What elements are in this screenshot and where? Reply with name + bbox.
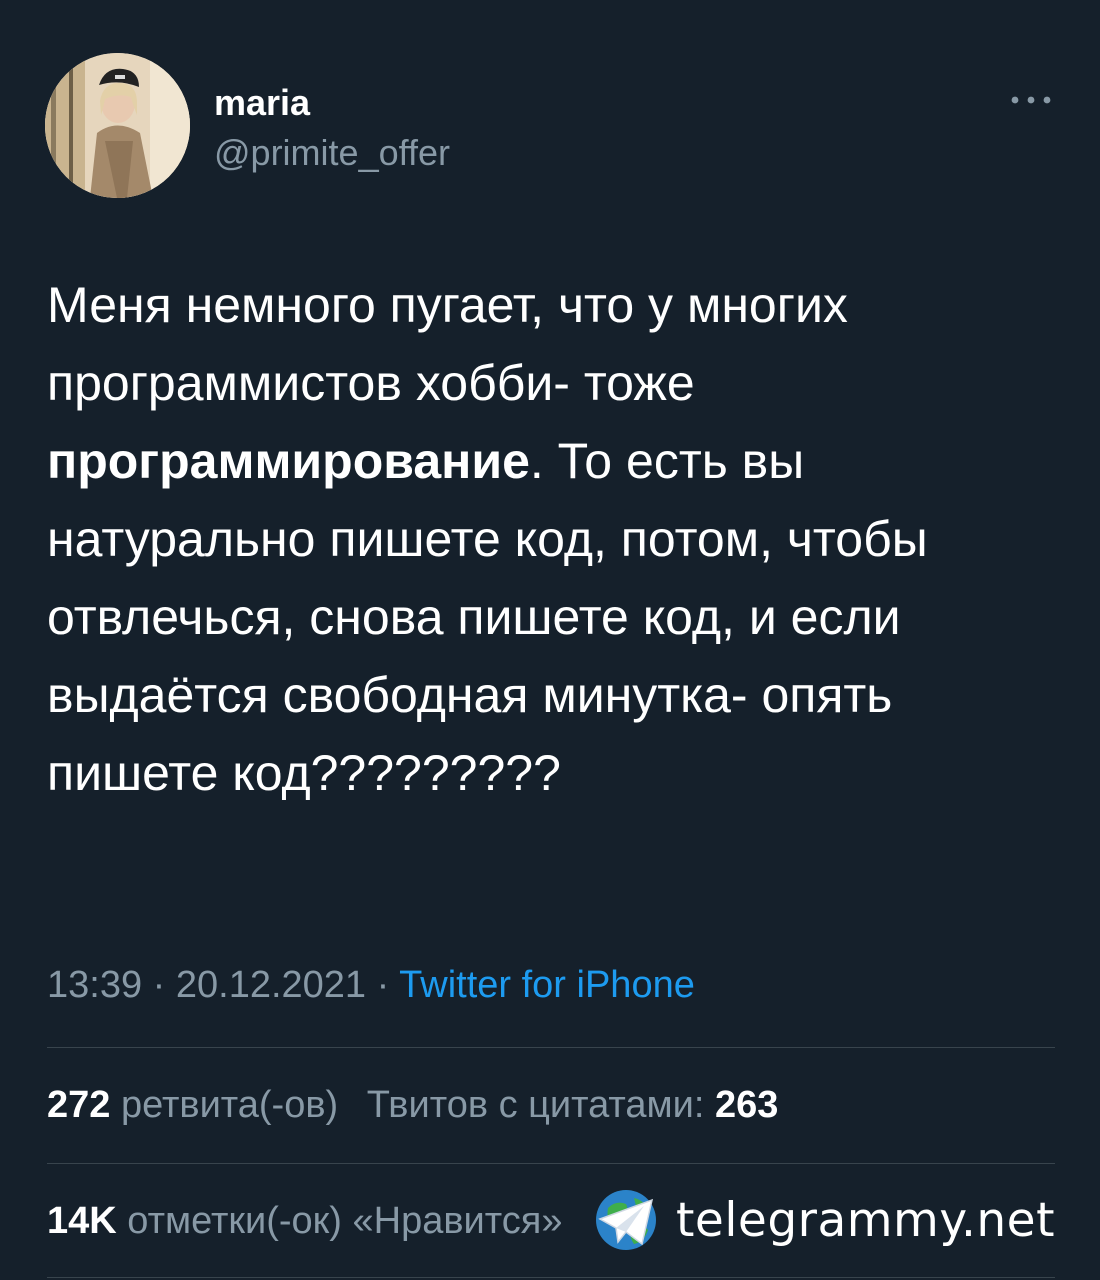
tweet-text-bold: программирование (47, 433, 530, 489)
divider (47, 1163, 1055, 1164)
likes-count: 14K (47, 1200, 117, 1242)
watermark: telegrammy.net (592, 1184, 1055, 1256)
likes-label: отметки(-ок) «Нравится» (127, 1200, 563, 1242)
telegram-globe-icon (596, 1190, 656, 1250)
avatar[interactable] (45, 53, 190, 198)
tweet-text-part1: Меня немного пугает, что у многих програ… (47, 277, 848, 411)
retweets-count: 272 (47, 1084, 111, 1126)
tweet-detail: maria @primite_offer Меня немного пугает… (0, 0, 1100, 1280)
more-horizontal-icon (1011, 96, 1051, 104)
more-options-button[interactable] (1008, 88, 1054, 112)
avatar-photo (45, 53, 190, 198)
divider (47, 1277, 1055, 1278)
likes-link[interactable]: 14K отметки(-ок) «Нравится» (47, 1200, 562, 1242)
tweet-meta: 13:39 · 20.12.2021 · Twitter for iPhone (47, 964, 695, 1007)
quotes-count: 263 (715, 1084, 779, 1126)
tweet-text: Меня немного пугает, что у многих програ… (47, 266, 1057, 812)
display-name[interactable]: maria (214, 82, 310, 124)
quotes-label: Твитов с цитатами: (366, 1084, 705, 1126)
tweet-time[interactable]: 13:39 (47, 964, 142, 1006)
watermark-text: telegrammy.net (676, 1192, 1056, 1248)
user-handle[interactable]: @primite_offer (214, 132, 450, 174)
meta-separator: · (152, 964, 166, 1006)
quotes-link[interactable]: Твитов с цитатами: 263 (367, 1084, 779, 1126)
likes-stats-row: 14K отметки(-ок) «Нравится» (47, 1200, 562, 1243)
retweet-stats-row: 272 ретвита(-ов) Твитов с цитатами: 263 (47, 1084, 778, 1127)
tweet-source-link[interactable]: Twitter for iPhone (399, 964, 695, 1006)
tweet-date[interactable]: 20.12.2021 (176, 964, 366, 1006)
meta-separator: · (376, 964, 390, 1006)
divider (47, 1047, 1055, 1048)
retweets-label: ретвита(-ов) (120, 1084, 339, 1126)
retweets-link[interactable]: 272 ретвита(-ов) (47, 1084, 338, 1126)
